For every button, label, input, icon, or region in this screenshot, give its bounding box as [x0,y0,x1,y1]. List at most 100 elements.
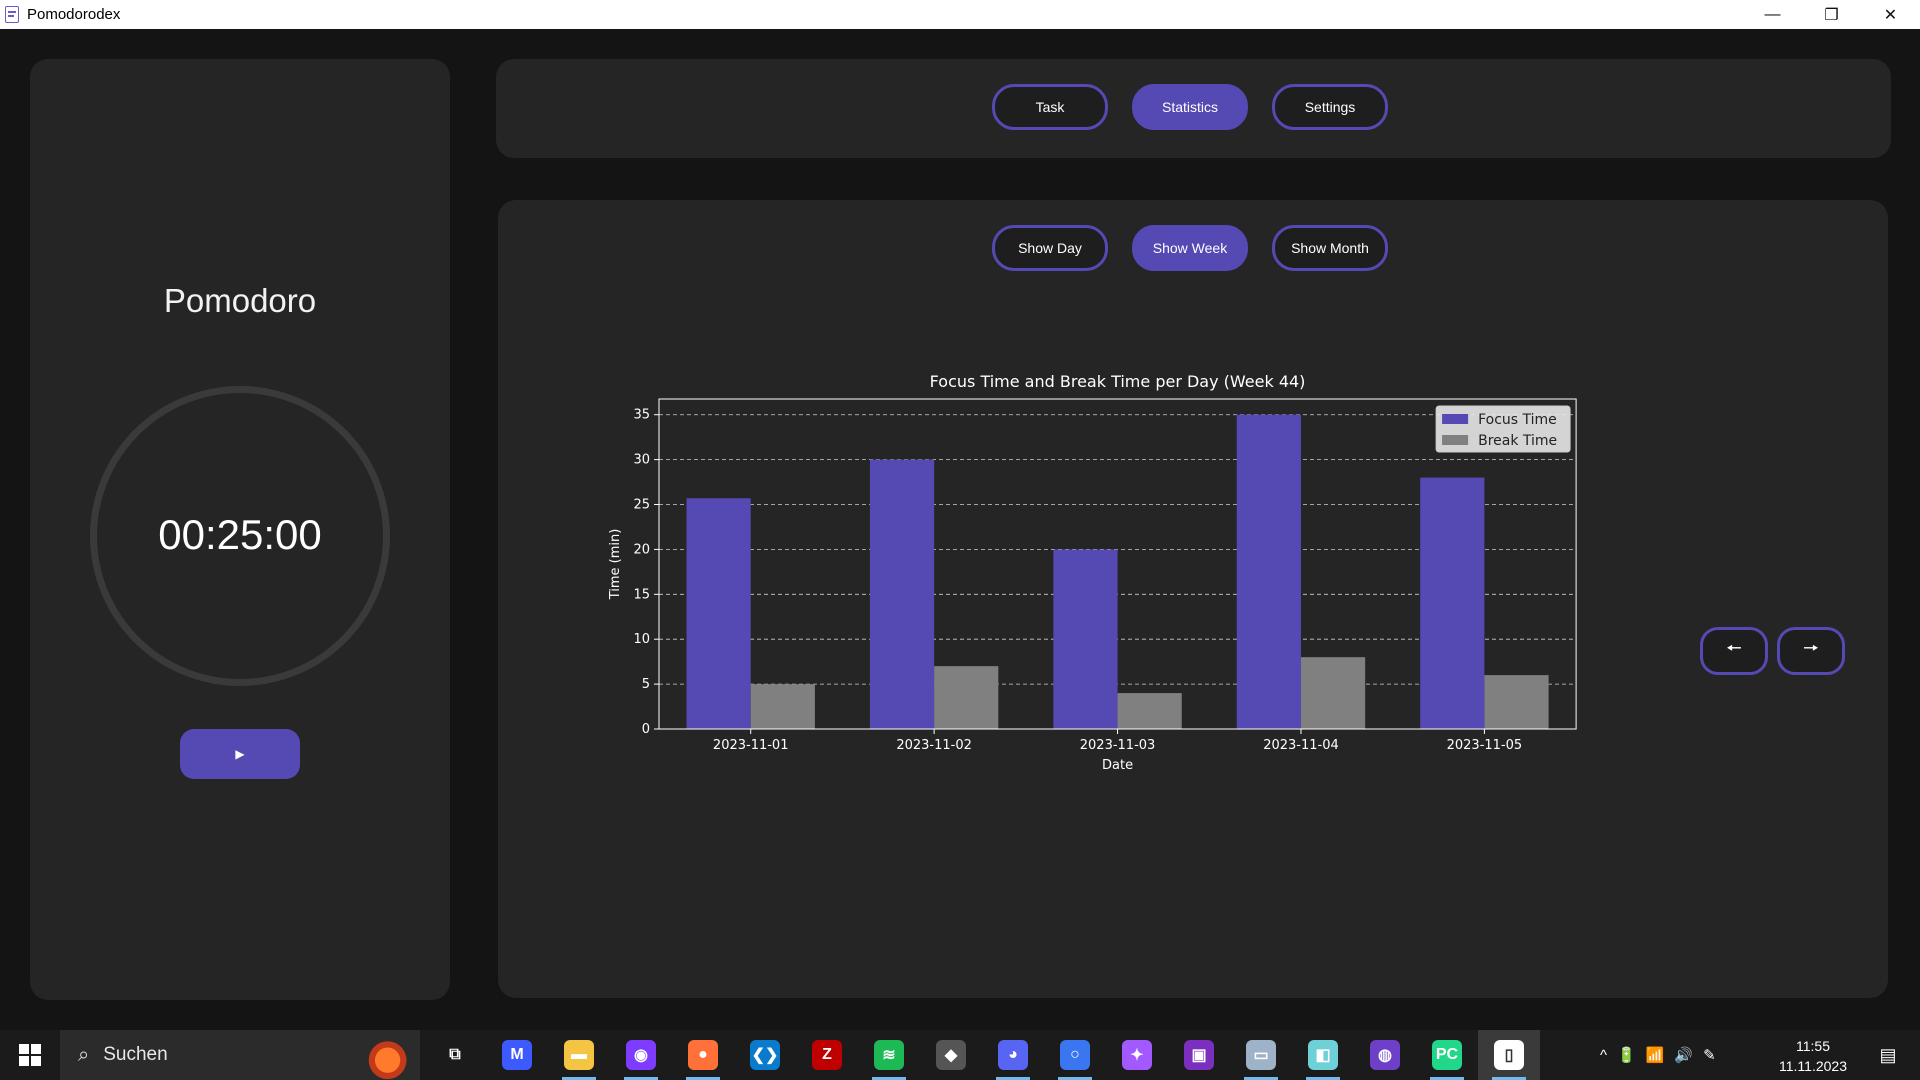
taskbar-apps: ⧉ M ▬ ◉ ● ❮❯ Z ≋ ◆ ◕ ○ ✦ ▣ ▭ ◧ ◍ PC ▯ [424,1030,1540,1080]
filezilla-icon: Z [812,1040,842,1070]
tab-settings[interactable]: Settings [1272,84,1388,130]
y-tick-label: 35 [633,408,650,423]
y-tick-label: 25 [633,498,650,513]
windows-icon [19,1044,41,1066]
legend-label: Focus Time [1478,412,1557,428]
restore-button[interactable]: ❐ [1802,0,1861,29]
taskbar-app-app-purple[interactable]: ▣ [1168,1030,1230,1080]
close-button[interactable]: ✕ [1861,0,1920,29]
taskbar-app-remote-desktop[interactable]: ▭ [1230,1030,1292,1080]
break-time-bar [750,684,815,729]
taskbar-app-pycharm[interactable]: PC [1416,1030,1478,1080]
chevron-up-icon[interactable]: ^ [1600,1047,1607,1064]
signal-icon: ○ [1060,1040,1090,1070]
app-icon [5,6,19,23]
y-tick-label: 5 [642,677,650,692]
play-button[interactable]: ▶ [180,729,300,779]
vscode-icon: ❮❯ [750,1040,780,1070]
tab-statistics[interactable]: Statistics [1132,84,1248,130]
taskbar-app-github[interactable]: ◍ [1354,1030,1416,1080]
github-icon: ◍ [1370,1040,1400,1070]
break-time-bar [1300,657,1366,729]
focus-time-bar [1420,477,1485,729]
timer-panel: Pomodoro 00:25:00 ▶ [30,59,450,1000]
taskbar-app-firefox[interactable]: ● [672,1030,734,1080]
legend-swatch [1442,435,1469,445]
statistics-panel: Show Day Show Week Show Month Focus Time… [498,200,1888,998]
system-tray: ^ 🔋 📶 🔊 ✎ [1600,1030,1716,1080]
window-title: Pomodorodex [27,6,121,23]
search-icon: ⌕ [78,1043,90,1066]
timer-display: 00:25:00 [158,511,322,558]
pomodorodex-app-icon: ▯ [1494,1040,1524,1070]
discord-icon: ◕ [998,1040,1028,1070]
y-tick-label: 10 [633,632,650,647]
tor-browser-icon: ◉ [626,1040,656,1070]
arrow-left-icon: 🠔 [1726,638,1742,658]
pen-icon[interactable]: ✎ [1703,1046,1716,1064]
notification-icon[interactable]: ▤ [1868,1030,1908,1080]
search-highlight-icon [354,1036,410,1080]
x-tick-label: 2023-11-04 [1263,738,1339,753]
play-icon: ▶ [235,747,245,761]
task-view-icon: ⧉ [440,1040,470,1070]
taskbar-app-discord[interactable]: ◕ [982,1030,1044,1080]
taskbar-app-file-explorer[interactable]: ▬ [548,1030,610,1080]
minimize-button[interactable]: — [1743,0,1802,29]
start-button[interactable] [0,1030,60,1080]
x-tick-label: 2023-11-05 [1447,738,1523,753]
y-tick-label: 30 [633,453,650,468]
x-tick-label: 2023-11-01 [713,738,789,753]
figma-icon: ✦ [1122,1040,1152,1070]
break-time-bar [934,666,999,729]
app-purple-icon: ▣ [1184,1040,1214,1070]
previous-week-button[interactable]: 🠔 [1700,627,1768,675]
x-tick-label: 2023-11-02 [896,738,972,753]
spotify-icon: ≋ [874,1040,904,1070]
taskbar-app-signal[interactable]: ○ [1044,1030,1106,1080]
break-time-bar [1484,675,1549,729]
show-month-button[interactable]: Show Month [1272,225,1388,271]
arrow-right-icon: 🠖 [1803,638,1819,658]
break-time-bar [1117,693,1182,729]
pomodoro-title: Pomodoro [163,282,317,319]
taskbar-app-vscode[interactable]: ❮❯ [734,1030,796,1080]
vs-app-icon: M [502,1040,532,1070]
focus-time-bar [1053,549,1118,729]
taskbar-app-figma[interactable]: ✦ [1106,1030,1168,1080]
clock-date: 11.11.2023 [1779,1058,1847,1074]
focus-time-bar [686,498,751,729]
taskbar-app-pomodorodex-app[interactable]: ▯ [1478,1030,1540,1080]
tab-bar-panel: Task Statistics Settings [496,59,1891,158]
tab-task[interactable]: Task [992,84,1108,130]
window-controls: — ❐ ✕ [1743,0,1920,29]
show-day-button[interactable]: Show Day [992,225,1108,271]
legend-swatch [1442,414,1469,424]
taskbar-clock[interactable]: 11:55 11.11.2023 [1768,1036,1858,1076]
taskbar-app-spotify[interactable]: ≋ [858,1030,920,1080]
battery-icon[interactable]: 🔋 [1617,1046,1636,1064]
taskbar-app-filezilla[interactable]: Z [796,1030,858,1080]
chart-title: Focus Time and Break Time per Day (Week … [930,372,1306,391]
taskbar-app-tor-browser[interactable]: ◉ [610,1030,672,1080]
taskbar-app-notepad[interactable]: ◧ [1292,1030,1354,1080]
taskbar: ⌕ Suchen ⧉ M ▬ ◉ ● ❮❯ Z ≋ ◆ ◕ ○ ✦ ▣ ▭ ◧ ◍ PC ▯ ^ 🔋 📶 🔊 ✎ 11:5… [0,1030,1920,1080]
y-tick-label: 0 [642,722,650,737]
taskbar-app-task-view[interactable]: ⧉ [424,1030,486,1080]
taskbar-app-vs-app[interactable]: M [486,1030,548,1080]
y-axis-label: Time (min) [608,529,623,601]
search-placeholder: Suchen [103,1044,168,1065]
volume-icon[interactable]: 🔊 [1674,1046,1693,1064]
clock-time: 11:55 [1796,1038,1830,1054]
x-tick-label: 2023-11-03 [1080,738,1156,753]
show-week-button[interactable]: Show Week [1132,225,1248,271]
x-axis-label: Date [1102,758,1133,773]
focus-time-bar [1236,414,1301,729]
next-week-button[interactable]: 🠖 [1777,627,1845,675]
wifi-icon[interactable]: 📶 [1646,1046,1665,1064]
legend-label: Break Time [1478,433,1557,449]
title-bar: Pomodorodex — ❐ ✕ [0,0,1920,29]
taskbar-search[interactable]: ⌕ Suchen [60,1030,420,1080]
taskbar-app-unity[interactable]: ◆ [920,1030,982,1080]
focus-time-bar [869,459,935,729]
